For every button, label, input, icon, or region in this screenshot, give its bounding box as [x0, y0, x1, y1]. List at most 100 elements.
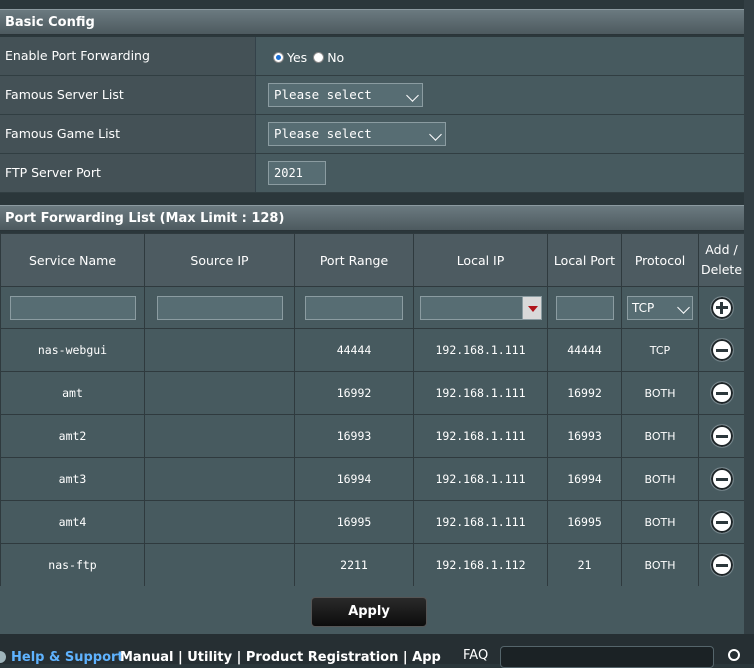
cell-local-port: 44444 — [547, 328, 622, 372]
ftp-port-label: FTP Server Port — [0, 154, 256, 192]
delete-icon[interactable] — [709, 467, 734, 491]
footer-links[interactable]: Manual | Utility | Product Registration … — [120, 650, 441, 665]
cell-port-range: 44444 — [294, 328, 414, 372]
cell-local-port: 16993 — [547, 414, 622, 458]
table-row: amt2 16993 192.168.1.111 16993 BOTH — [0, 414, 745, 458]
cell-service: nas-webgui — [0, 328, 145, 372]
port-forwarding-table: Service Name Source IP Port Range Local … — [0, 233, 745, 587]
col-local-ip: Local IP — [413, 233, 548, 287]
cell-service: nas-ftp — [0, 543, 145, 587]
famous-game-label: Famous Game List — [0, 115, 256, 153]
table-row: amt 16992 192.168.1.111 16992 BOTH — [0, 371, 745, 415]
radio-yes-label[interactable]: Yes — [287, 50, 307, 65]
famous-game-select[interactable]: Please select — [268, 122, 446, 146]
add-icon[interactable] — [709, 295, 734, 320]
search-icon[interactable] — [728, 649, 740, 661]
famous-server-label: Famous Server List — [0, 76, 256, 114]
col-local-port: Local Port — [547, 233, 622, 287]
cell-protocol: BOTH — [621, 543, 699, 587]
new-rule-row: TCP — [0, 286, 745, 329]
port-range-input[interactable] — [305, 295, 403, 320]
delete-icon[interactable] — [709, 381, 734, 405]
cell-source-ip — [144, 457, 295, 501]
delete-icon[interactable] — [709, 553, 734, 577]
help-icon — [0, 651, 6, 663]
cell-protocol: BOTH — [621, 500, 699, 544]
protocol-select[interactable]: TCP — [627, 295, 693, 320]
cell-port-range: 16995 — [294, 500, 414, 544]
cell-source-ip — [144, 543, 295, 587]
enable-port-forwarding-row: Enable Port Forwarding Yes No — [0, 37, 744, 76]
delete-icon[interactable] — [709, 510, 734, 534]
chevron-down-icon — [406, 89, 419, 102]
apply-button[interactable]: Apply — [311, 597, 427, 627]
radio-no-label[interactable]: No — [327, 50, 344, 65]
cell-local-port: 16995 — [547, 500, 622, 544]
col-source-ip: Source IP — [144, 233, 295, 287]
enable-port-forwarding-label: Enable Port Forwarding — [0, 37, 256, 75]
cell-service: amt — [0, 371, 145, 415]
cell-source-ip — [144, 371, 295, 415]
radio-yes[interactable] — [273, 52, 284, 63]
col-service-name: Service Name — [0, 233, 145, 287]
faq-search-input[interactable] — [500, 646, 714, 668]
cell-protocol: BOTH — [621, 414, 699, 458]
cell-port-range: 16994 — [294, 457, 414, 501]
cell-port-range: 16993 — [294, 414, 414, 458]
famous-server-select[interactable]: Please select — [268, 83, 423, 107]
famous-server-row: Famous Server List Please select — [0, 76, 744, 115]
section-gap — [0, 193, 744, 205]
local-ip-combo[interactable] — [419, 295, 542, 320]
cell-local-ip: 192.168.1.111 — [413, 500, 548, 544]
chevron-down-icon — [429, 128, 442, 141]
famous-game-row: Famous Game List Please select — [0, 115, 744, 154]
top-edge — [0, 0, 754, 9]
cell-protocol: BOTH — [621, 457, 699, 501]
cell-local-port: 16994 — [547, 457, 622, 501]
cell-source-ip — [144, 414, 295, 458]
faq-label: FAQ — [463, 648, 489, 663]
port-forwarding-header: Port Forwarding List (Max Limit : 128) — [0, 205, 744, 231]
help-support-link[interactable]: Help & Support — [11, 650, 124, 665]
ftp-port-input[interactable]: 2021 — [268, 161, 326, 185]
local-ip-dropdown-icon[interactable] — [521, 295, 542, 320]
cell-port-range: 2211 — [294, 543, 414, 587]
table-row: nas-webgui 44444 192.168.1.111 44444 TCP — [0, 328, 745, 372]
chevron-down-icon — [677, 300, 690, 314]
basic-config-header: Basic Config — [0, 9, 744, 35]
footer: Help & Support Manual | Utility | Produc… — [0, 634, 754, 668]
col-port-range: Port Range — [294, 233, 414, 287]
cell-source-ip — [144, 500, 295, 544]
delete-icon[interactable] — [709, 424, 734, 448]
cell-service: amt2 — [0, 414, 145, 458]
source-ip-input[interactable] — [156, 295, 283, 320]
famous-server-value: Please select — [274, 87, 372, 102]
cell-protocol: TCP — [621, 328, 699, 372]
service-name-input[interactable] — [9, 295, 136, 320]
local-ip-input[interactable] — [419, 295, 524, 320]
cell-port-range: 16992 — [294, 371, 414, 415]
table-row: nas-ftp 2211 192.168.1.112 21 BOTH — [0, 543, 745, 587]
col-protocol: Protocol — [621, 233, 699, 287]
cell-local-port: 16992 — [547, 371, 622, 415]
cell-protocol: BOTH — [621, 371, 699, 415]
table-header-row: Service Name Source IP Port Range Local … — [0, 233, 745, 287]
table-row: amt3 16994 192.168.1.111 16994 BOTH — [0, 457, 745, 501]
enable-port-forwarding-radios: Yes No — [273, 50, 350, 64]
cell-local-ip: 192.168.1.111 — [413, 414, 548, 458]
scrollbar-track[interactable] — [744, 0, 754, 634]
delete-icon[interactable] — [709, 338, 734, 362]
col-add-delete: Add / Delete — [698, 233, 745, 287]
cell-local-ip: 192.168.1.111 — [413, 371, 548, 415]
cell-local-ip: 192.168.1.111 — [413, 457, 548, 501]
cell-service: amt4 — [0, 500, 145, 544]
ftp-port-row: FTP Server Port 2021 — [0, 154, 744, 193]
famous-game-value: Please select — [274, 126, 372, 141]
local-port-input[interactable] — [555, 295, 614, 320]
cell-local-ip: 192.168.1.112 — [413, 543, 548, 587]
radio-no[interactable] — [313, 52, 325, 63]
cell-local-ip: 192.168.1.111 — [413, 328, 548, 372]
cell-service: amt3 — [0, 457, 145, 501]
protocol-select-value: TCP — [632, 300, 655, 315]
cell-local-port: 21 — [547, 543, 622, 587]
